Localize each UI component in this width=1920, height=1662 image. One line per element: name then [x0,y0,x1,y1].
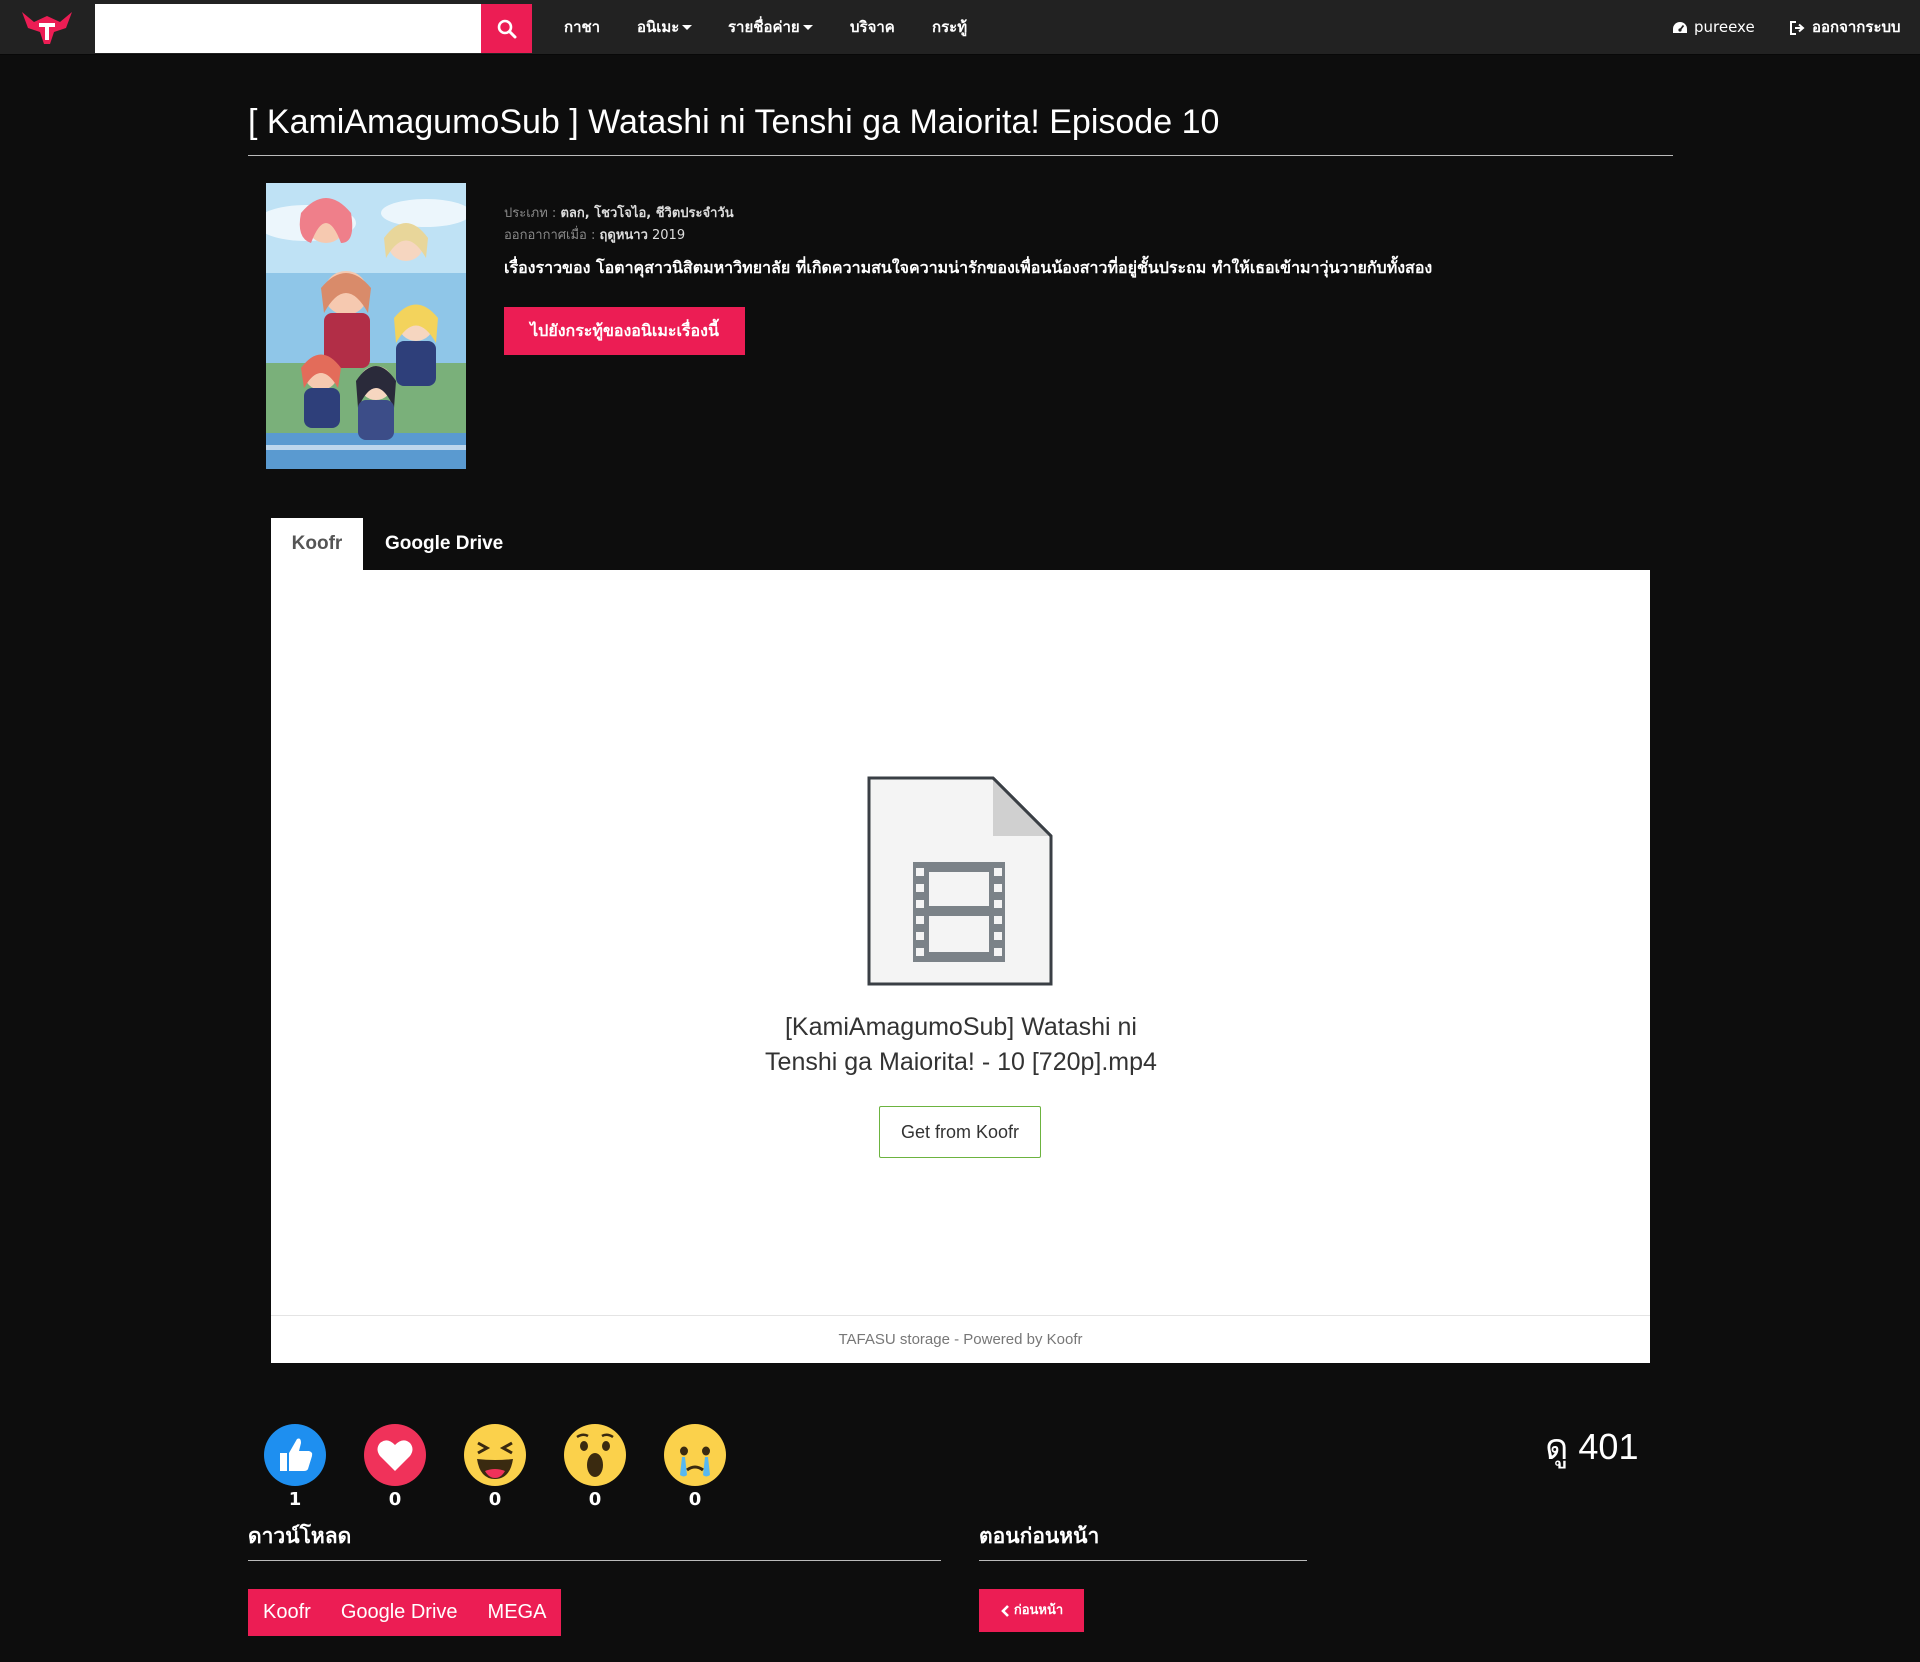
logout-link[interactable]: ออกจากระบบ [1790,0,1901,55]
caret-down-icon [802,25,813,30]
reaction-love-count: 0 [388,1489,402,1510]
tab-koofr[interactable]: Koofr [271,518,363,570]
file-name: [KamiAmagumoSub] Watashi ni Tenshi ga Ma… [711,1010,1211,1080]
aired-year: 2019 [652,228,686,243]
reaction-sad[interactable]: 0 [663,1423,729,1510]
reaction-haha[interactable]: 0 [463,1423,529,1510]
genre-line: ประเภท : ตลก, โชวโจไอ, ชีวิตประจำวัน [504,202,734,223]
file-name-line-1: [KamiAmagumoSub] Watashi ni [784,1013,1137,1041]
dashboard-icon [1673,21,1687,33]
previous-episode-button[interactable]: ก่อนหน้า [979,1589,1084,1632]
reaction-like[interactable]: 1 [263,1423,329,1510]
download-koofr-button[interactable]: Koofr [248,1589,326,1636]
video-file-icon [867,776,1053,986]
sign-out-icon [1790,20,1805,35]
nav-studios-label: รายชื่อค่าย [728,18,800,36]
reaction-sad-count: 0 [688,1489,702,1510]
cry-icon [664,1424,726,1486]
search-input[interactable] [95,4,481,53]
previous-episode-heading: ตอนก่อนหน้า [979,1524,1100,1548]
chevron-left-icon [1000,1604,1009,1617]
search-button[interactable] [481,4,532,53]
title-divider [248,155,1673,156]
download-google-drive-button[interactable]: Google Drive [326,1589,473,1636]
view-count: 401 [1578,1426,1639,1467]
heart-icon [364,1424,426,1486]
download-button-group: Koofr Google Drive MEGA [248,1589,562,1636]
reaction-haha-count: 0 [488,1489,502,1510]
get-from-koofr-button[interactable]: Get from Koofr [879,1106,1041,1158]
download-heading: ดาวน์โหลด [248,1524,352,1548]
nav-gacha-label: กาชา [564,18,601,36]
aired-label: ออกอากาศเมื่อ : [504,228,596,243]
nav-donate-label: บริจาค [850,18,895,36]
aired-line: ออกอากาศเมื่อ : ฤดูหนาว 2019 [504,224,685,245]
wow-icon [564,1424,626,1486]
reaction-love[interactable]: 0 [363,1423,429,1510]
previous-button-label: ก่อนหน้า [1013,1603,1064,1618]
user-menu[interactable]: pureexe [1672,0,1755,55]
previous-divider [979,1560,1307,1561]
top-navbar: กาชา อนิเมะ รายชื่อค่าย บริจาค กระทู้ pu… [0,0,1920,55]
username: pureexe [1694,18,1755,36]
laugh-icon [464,1424,526,1486]
synopsis: เรื่องราวของ โอตาคุสาวนิสิตมหาวิทยาลัย ท… [504,258,1433,277]
nav-studios-dropdown[interactable]: รายชื่อค่าย [728,0,813,55]
nav-gacha[interactable]: กาชา [564,0,600,55]
view-counter: ดู 401 [1545,1418,1638,1475]
tafasu-logo[interactable] [20,8,74,46]
aired-season: ฤดูหนาว [599,228,648,243]
reaction-like-count: 1 [288,1489,302,1510]
file-name-line-2: Tenshi ga Maiorita! - 10 [720p].mp4 [765,1048,1157,1076]
nav-donate[interactable]: บริจาค [850,0,895,55]
genre-value: ตลก, โชวโจไอ, ชีวิตประจำวัน [560,206,734,221]
tab-google-drive[interactable]: Google Drive [385,518,503,570]
page-title: [ KamiAmagumoSub ] Watashi ni Tenshi ga … [248,103,1220,141]
download-divider [248,1560,941,1561]
download-mega-button[interactable]: MEGA [473,1589,562,1636]
reaction-wow[interactable]: 0 [563,1423,629,1510]
goto-thread-button[interactable]: ไปยังกระทู้ของอนิเมะเรื่องนี้ [504,307,745,355]
reaction-wow-count: 0 [588,1489,602,1510]
search-icon [497,19,516,38]
koofr-embed-panel: [KamiAmagumoSub] Watashi ni Tenshi ga Ma… [271,570,1650,1363]
nav-anime-label: อนิเมะ [637,18,680,36]
view-label: ดู [1545,1426,1569,1467]
nav-forum-label: กระทู้ [932,18,968,36]
anime-poster [266,183,466,469]
panel-footer: TAFASU storage - Powered by Koofr [271,1315,1650,1363]
nav-anime-dropdown[interactable]: อนิเมะ [637,0,693,55]
nav-forum[interactable]: กระทู้ [932,0,967,55]
thumbs-up-icon [264,1424,326,1486]
caret-down-icon [682,25,693,30]
logout-label: ออกจากระบบ [1812,18,1901,36]
genre-label: ประเภท : [504,206,557,221]
